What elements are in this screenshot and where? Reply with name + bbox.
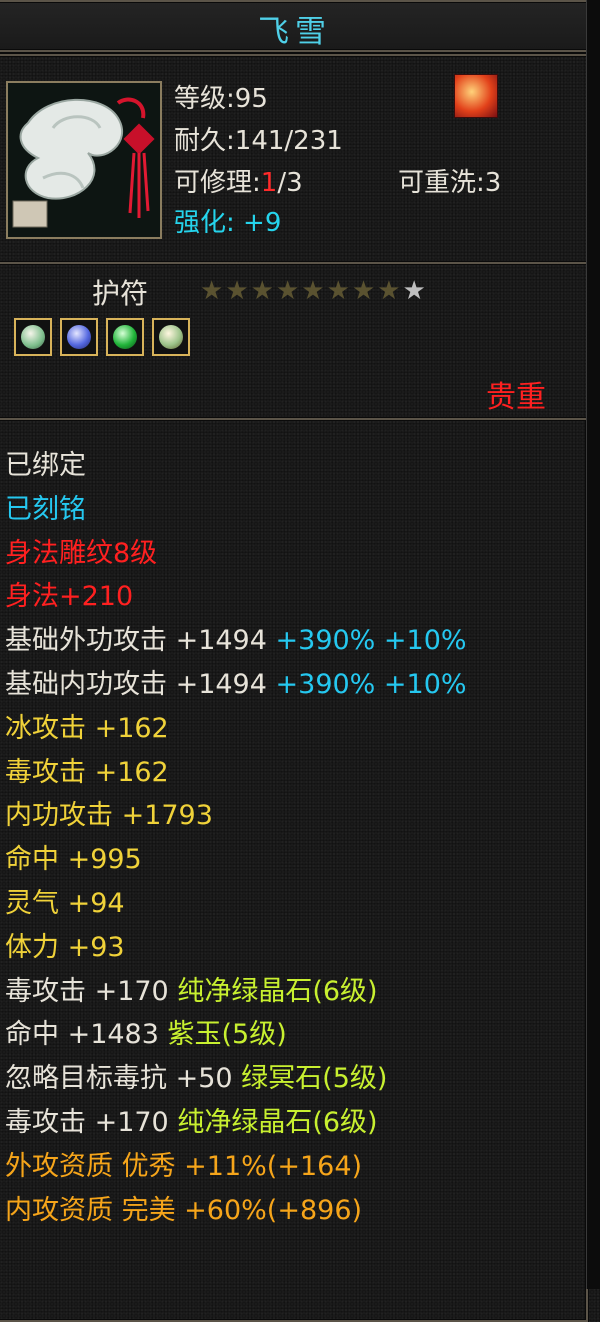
colon: : (476, 168, 485, 198)
repair-row: 可修理:1/3 (174, 162, 303, 199)
durability-label: 耐久 (174, 126, 227, 156)
colon: : (226, 126, 235, 156)
stat-text: 绿冥石(5级) (241, 1063, 388, 1095)
stat-row: 毒攻击 +170 纯净绿晶石(6级) (5, 1101, 467, 1145)
stat-text: 命中 +995 (5, 844, 142, 876)
level-label: 等级 (174, 84, 227, 114)
stat-row: 已绑定 (5, 444, 467, 488)
jade-pendant-icon (8, 83, 160, 237)
level-row: 等级:95 (174, 78, 268, 115)
stat-row: 内攻资质 完美 +60%(+896) (5, 1189, 467, 1233)
star-icon: ★ (377, 276, 401, 306)
stat-text: 紫玉(5级) (167, 1019, 287, 1051)
rewash-value: 3 (484, 168, 502, 198)
stat-text: 纯净绿晶石(6级) (177, 1106, 378, 1138)
jade-gem-icon[interactable] (152, 318, 190, 356)
durability-row: 耐久:141/231 (174, 120, 343, 157)
stat-row: 身法+210 (5, 575, 467, 619)
stat-row: 内功攻击 +1793 (5, 794, 467, 838)
stat-row: 命中 +1483 紫玉(5级) (5, 1013, 467, 1057)
stat-row: 基础内功攻击 +1494 +390% +10% (5, 663, 467, 707)
item-name: 飞雪 (258, 14, 332, 50)
stat-row: 命中 +995 (5, 838, 467, 882)
stat-text: 命中 +1483 (5, 1019, 168, 1051)
colon: : (252, 168, 261, 198)
item-type: 护符 (92, 277, 149, 310)
stat-text: +390% +10% (275, 625, 467, 657)
colon: : (226, 208, 244, 238)
star-icon: ★ (301, 276, 325, 306)
star-icon: ★ (200, 276, 224, 306)
stat-text: 毒攻击 +162 (5, 756, 169, 788)
repair-label: 可修理 (174, 168, 253, 198)
stat-row: 体力 +93 (5, 926, 467, 970)
enhance-value: +9 (243, 208, 282, 238)
stat-text: 外攻资质 优秀 +11%(+164) (5, 1150, 363, 1182)
stat-text: 身法雕纹8级 (5, 537, 158, 569)
durability-value: 141/231 (234, 126, 343, 156)
fire-element-icon[interactable] (454, 74, 498, 118)
star-icon: ★ (402, 276, 426, 306)
stat-row: 冰攻击 +162 (5, 707, 467, 751)
stat-text: 内攻资质 完美 +60%(+896) (5, 1194, 363, 1226)
stat-text: 纯净绿晶石(6级) (177, 975, 378, 1007)
stat-row: 毒攻击 +170 纯净绿晶石(6级) (5, 970, 467, 1014)
stat-text: 冰攻击 +162 (5, 712, 169, 744)
gem-sockets (14, 318, 190, 356)
purple-gem-icon[interactable] (60, 318, 98, 356)
repair-used: 1 (260, 168, 278, 198)
green-gem-icon[interactable] (106, 318, 144, 356)
stat-row: 毒攻击 +162 (5, 751, 467, 795)
star-icon: ★ (225, 276, 249, 306)
stat-text: 内功攻击 +1793 (5, 800, 213, 832)
colon: : (226, 84, 235, 114)
stat-text: 基础外功攻击 +1494 (5, 625, 276, 657)
rewash-label: 可重洗 (398, 168, 477, 198)
stat-text: 已刻铭 (5, 493, 86, 525)
star-icon: ★ (351, 276, 376, 306)
stat-text: 毒攻击 +170 (5, 1106, 178, 1138)
stat-row: 灵气 +94 (5, 882, 467, 926)
repair-total: /3 (277, 168, 303, 198)
star-icon: ★ (275, 276, 300, 306)
stats-list: 已绑定已刻铭身法雕纹8级 身法+210 基础外功攻击 +1494 +390% +10… (5, 444, 467, 1232)
stat-text: 毒攻击 +170 (5, 975, 178, 1007)
enhance-row: 强化: +9 (174, 202, 281, 239)
stat-row: 身法雕纹8级 (5, 532, 467, 576)
star-icon: ★ (326, 276, 350, 306)
rarity-label: 贵重 (486, 380, 546, 415)
enhance-label: 强化 (174, 208, 227, 238)
item-icon-frame[interactable] (6, 81, 162, 239)
stat-row: 基础外功攻击 +1494 +390% +10% (5, 619, 467, 663)
white-gem-icon[interactable] (14, 318, 52, 356)
stat-text: 忽略目标毒抗 +50 (5, 1063, 242, 1095)
stat-text: 身法+210 (5, 581, 134, 613)
stat-text: 基础内功攻击 +1494 (5, 668, 276, 700)
rewash-row: 可重洗:3 (398, 162, 501, 199)
stat-text: 已绑定 (5, 450, 86, 481)
scrollbar[interactable] (586, 0, 600, 1289)
star-icon: ★ (250, 276, 274, 306)
level-value: 95 (234, 84, 268, 114)
stat-row: 已刻铭 (5, 488, 467, 532)
star-rating: ★ ★ ★ ★ ★ ★ ★ ★ ★ (200, 278, 426, 304)
stat-row: 外攻资质 优秀 +11%(+164) (5, 1145, 467, 1189)
stat-text: +390% +10% (275, 668, 467, 700)
stat-row: 忽略目标毒抗 +50 绿冥石(5级) (5, 1057, 467, 1101)
stat-text: 灵气 +94 (5, 887, 125, 919)
stat-text: 体力 +93 (5, 931, 125, 963)
